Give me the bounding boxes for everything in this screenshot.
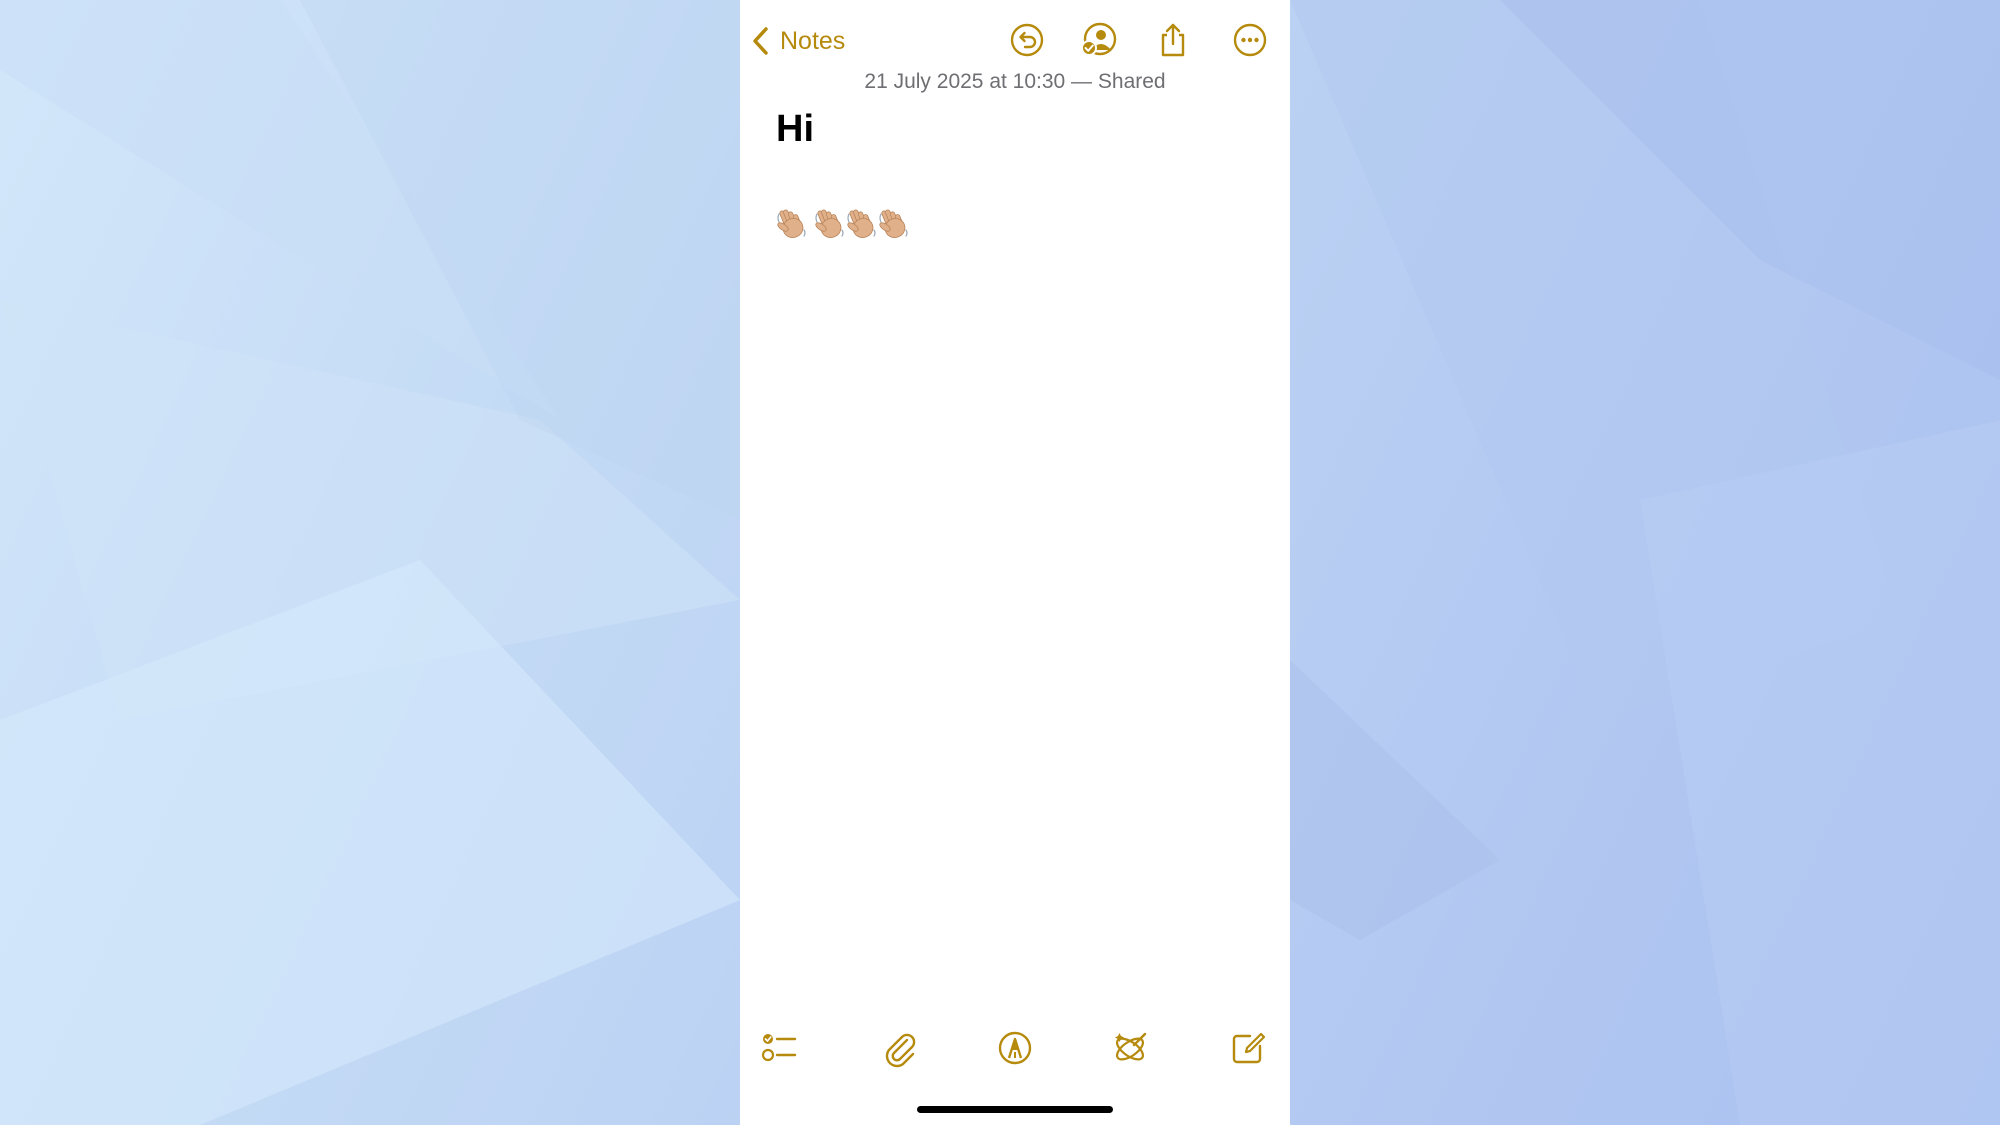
note-body[interactable] (776, 206, 910, 240)
more-options-button[interactable] (1230, 20, 1270, 60)
more-options-icon (1233, 23, 1267, 57)
collaboration-icon (1081, 22, 1117, 56)
note-timestamp: 21 July 2025 at 10:30 — Shared (864, 70, 1166, 93)
share-icon (1161, 23, 1185, 57)
writing-tools-button[interactable] (1108, 1026, 1152, 1070)
note-title[interactable]: Hi (776, 108, 814, 151)
compose-button[interactable] (1226, 1026, 1270, 1070)
markup-button[interactable] (993, 1026, 1037, 1070)
writing-tools-icon (1115, 1032, 1147, 1061)
undo-icon (1010, 23, 1044, 57)
home-indicator[interactable] (917, 1106, 1113, 1113)
chevron-left-icon (753, 27, 768, 55)
collaboration-button[interactable] (1079, 20, 1119, 60)
attachment-button[interactable] (878, 1026, 922, 1070)
compose-icon (1232, 1032, 1266, 1064)
notes-app-window: Notes 21 July 2025 at 10:30 — Shared Hi (740, 0, 1290, 1125)
markup-icon (998, 1031, 1032, 1065)
back-button[interactable]: Notes (750, 22, 845, 60)
back-button-label: Notes (780, 26, 846, 55)
checklist-icon (761, 1034, 797, 1062)
attachment-icon (885, 1033, 916, 1068)
waving-hand-emoji (777, 209, 806, 238)
waving-hand-emoji (815, 209, 844, 238)
share-button[interactable] (1153, 20, 1193, 60)
waving-hand-emoji (847, 209, 876, 238)
undo-button[interactable] (1007, 20, 1047, 60)
waving-hand-emoji (879, 209, 908, 238)
checklist-button[interactable] (758, 1026, 802, 1070)
